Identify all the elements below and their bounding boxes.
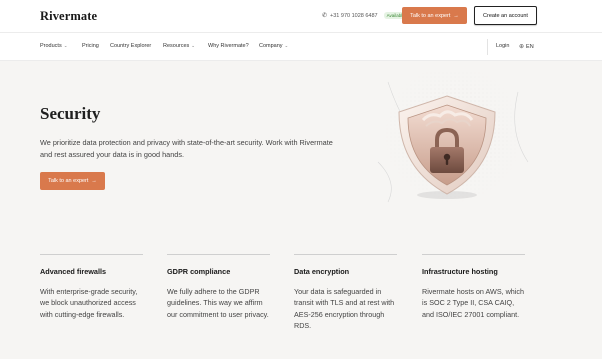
nav-item-country-explorer[interactable]: Country Explorer	[110, 43, 151, 49]
feature-divider	[167, 254, 270, 255]
globe-icon: ⊕	[519, 44, 525, 50]
create-account-label: Create an account	[483, 12, 528, 19]
phone-contact[interactable]: ✆ +31 970 1028 6487 Available	[322, 12, 408, 19]
talk-to-expert-label: Talk to an expert	[410, 12, 451, 19]
nav-item-products[interactable]: Products ⌄	[40, 43, 68, 49]
feature-text: Rivermate hosts on AWS, which is SOC 2 T…	[422, 287, 524, 319]
feature-title: GDPR compliance	[167, 267, 231, 276]
feature-title: Advanced firewalls	[40, 267, 107, 276]
feature-gdpr-compliance: GDPR compliance We fully adhere to the G…	[167, 254, 270, 320]
main-nav: Products ⌄ Pricing Country Explorer Reso…	[0, 33, 602, 61]
nav-item-label: Pricing	[82, 43, 99, 49]
nav-item-label: Resources	[163, 43, 190, 49]
create-account-button[interactable]: Create an account	[474, 6, 537, 25]
arrow-right-icon: →	[453, 12, 459, 19]
login-label: Login	[496, 43, 510, 49]
arrow-right-icon: →	[91, 178, 97, 184]
nav-item-label: Products	[40, 43, 62, 49]
feature-divider	[294, 254, 397, 255]
chevron-down-icon: ⌄	[284, 43, 289, 48]
language-label: EN	[526, 43, 534, 50]
feature-title: Data encryption	[294, 267, 350, 276]
nav-divider	[487, 39, 488, 55]
nav-item-company[interactable]: Company ⌄	[259, 43, 288, 49]
chevron-down-icon: ⌄	[191, 43, 196, 48]
nav-item-resources[interactable]: Resources ⌄	[163, 43, 195, 49]
phone-icon: ✆	[322, 13, 328, 19]
hero-talk-to-expert-button[interactable]: Talk to an expert →	[40, 172, 105, 190]
phone-number: +31 970 1028 6487	[330, 12, 378, 19]
nav-item-label: Country Explorer	[110, 43, 152, 49]
feature-data-encryption: Data encryption Your data is safeguarded…	[294, 254, 397, 331]
nav-item-pricing[interactable]: Pricing	[82, 43, 99, 49]
feature-text: Your data is safeguarded in transit with…	[294, 287, 395, 330]
page-title: Security	[40, 104, 101, 123]
chevron-down-icon: ⌄	[63, 43, 68, 48]
login-link[interactable]: Login	[496, 43, 509, 49]
feature-divider	[422, 254, 525, 255]
feature-text: We fully adhere to the GDPR guidelines. …	[167, 287, 269, 319]
hero-cta-label: Talk to an expert	[48, 178, 89, 184]
feature-infrastructure-hosting: Infrastructure hosting Rivermate hosts o…	[422, 254, 525, 320]
feature-advanced-firewalls: Advanced firewalls With enterprise-grade…	[40, 254, 143, 320]
feature-title: Infrastructure hosting	[422, 267, 498, 276]
nav-item-label: Company	[259, 43, 283, 49]
logo[interactable]: Rivermate	[40, 9, 97, 24]
nav-item-label: Why Rivermate?	[208, 43, 249, 49]
shield-lock-illustration	[358, 64, 538, 212]
language-selector[interactable]: ⊕ EN	[519, 43, 534, 51]
hero-description: We prioritize data protection and privac…	[40, 138, 333, 159]
top-bar: Rivermate ✆ +31 970 1028 6487 Available …	[0, 0, 602, 33]
nav-item-why-rivermate[interactable]: Why Rivermate?	[208, 43, 249, 49]
feature-divider	[40, 254, 143, 255]
talk-to-expert-button[interactable]: Talk to an expert →	[402, 7, 467, 24]
feature-text: With enterprise-grade security, we block…	[40, 287, 138, 319]
